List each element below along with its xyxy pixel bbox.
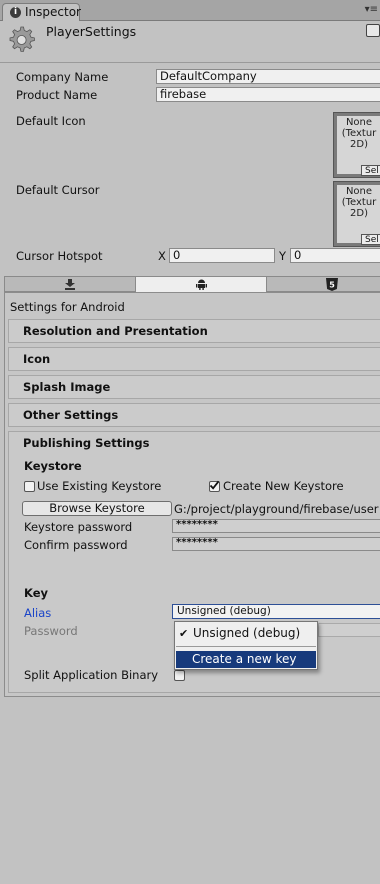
page-title: PlayerSettings bbox=[46, 24, 137, 39]
header-divider bbox=[0, 62, 380, 63]
product-name-label: Product Name bbox=[16, 88, 98, 102]
check-icon bbox=[209, 480, 220, 490]
default-icon-select-button[interactable]: Sel bbox=[361, 165, 380, 176]
alias-dropdown[interactable]: Unsigned (debug) bbox=[172, 604, 380, 619]
inspector-tab-strip: i Inspector ▾≡ bbox=[0, 0, 380, 21]
settings-for-label: Settings for Android bbox=[10, 300, 125, 314]
key-password-label: Password bbox=[24, 624, 78, 638]
info-icon: i bbox=[10, 7, 21, 18]
keystore-password-field[interactable]: ******** bbox=[172, 519, 380, 533]
download-icon bbox=[65, 279, 75, 290]
default-cursor-select-button[interactable]: Sel bbox=[361, 234, 380, 245]
default-cursor-label: Default Cursor bbox=[16, 183, 100, 197]
section-resolution[interactable]: Resolution and Presentation bbox=[8, 319, 380, 343]
hotspot-x-field[interactable]: 0 bbox=[169, 248, 275, 263]
section-other[interactable]: Other Settings bbox=[8, 403, 380, 427]
alias-label: Alias bbox=[24, 606, 52, 620]
menu-item-unsigned[interactable]: ✔ Unsigned (debug) bbox=[176, 623, 316, 645]
section-splash[interactable]: Splash Image bbox=[8, 375, 380, 399]
section-publishing-title[interactable]: Publishing Settings bbox=[23, 436, 149, 450]
hotspot-x-label: X bbox=[158, 249, 166, 263]
tab-webgl[interactable]: 5 bbox=[266, 276, 380, 292]
key-heading: Key bbox=[24, 586, 49, 600]
html5-icon: 5 bbox=[326, 278, 338, 291]
use-existing-keystore-checkbox[interactable] bbox=[24, 481, 35, 492]
window-menu-icon[interactable]: ▾≡ bbox=[365, 4, 378, 15]
menu-item-create-key[interactable]: Create a new key bbox=[176, 651, 316, 668]
alias-dropdown-menu: ✔ Unsigned (debug) Create a new key bbox=[174, 621, 318, 670]
inspector-tab[interactable]: i Inspector bbox=[2, 3, 81, 21]
gear-icon bbox=[9, 26, 35, 52]
keystore-path: G:/project/playground/firebase/user bbox=[174, 502, 379, 516]
hotspot-y-field[interactable]: 0 bbox=[290, 248, 380, 263]
split-binary-label: Split Application Binary bbox=[24, 668, 159, 682]
split-binary-checkbox[interactable] bbox=[174, 670, 185, 681]
section-icon[interactable]: Icon bbox=[8, 347, 380, 371]
keystore-heading: Keystore bbox=[24, 459, 82, 473]
use-existing-keystore-label: Use Existing Keystore bbox=[37, 479, 162, 493]
browse-keystore-button[interactable]: Browse Keystore bbox=[22, 501, 172, 516]
check-icon: ✔ bbox=[179, 627, 189, 640]
product-name-field[interactable]: firebase bbox=[156, 87, 380, 102]
confirm-password-field[interactable]: ******** bbox=[172, 537, 380, 551]
default-icon-object-field[interactable]: None (Textur 2D) Sel bbox=[333, 112, 380, 178]
default-cursor-object-field[interactable]: None (Textur 2D) Sel bbox=[333, 181, 380, 247]
create-new-keystore-checkbox[interactable] bbox=[209, 480, 220, 492]
create-new-keystore-label: Create New Keystore bbox=[223, 479, 344, 493]
confirm-password-label: Confirm password bbox=[24, 538, 128, 552]
keystore-password-label: Keystore password bbox=[24, 520, 133, 534]
company-name-label: Company Name bbox=[16, 70, 109, 84]
menu-item-unsigned-label: Unsigned (debug) bbox=[193, 626, 301, 640]
menu-separator bbox=[176, 646, 316, 647]
cursor-hotspot-label: Cursor Hotspot bbox=[16, 249, 103, 263]
svg-text:5: 5 bbox=[329, 281, 335, 290]
tab-standalone[interactable] bbox=[4, 276, 136, 292]
help-icon[interactable] bbox=[366, 24, 380, 37]
hotspot-y-label: Y bbox=[279, 249, 287, 263]
key-password-field bbox=[318, 623, 380, 637]
android-icon bbox=[196, 279, 207, 290]
tab-android[interactable] bbox=[135, 276, 267, 292]
inspector-tab-label: Inspector bbox=[25, 5, 81, 19]
company-name-field[interactable]: DefaultCompany bbox=[156, 69, 380, 84]
default-icon-label: Default Icon bbox=[16, 114, 86, 128]
menu-item-create-key-label: Create a new key bbox=[192, 652, 297, 666]
